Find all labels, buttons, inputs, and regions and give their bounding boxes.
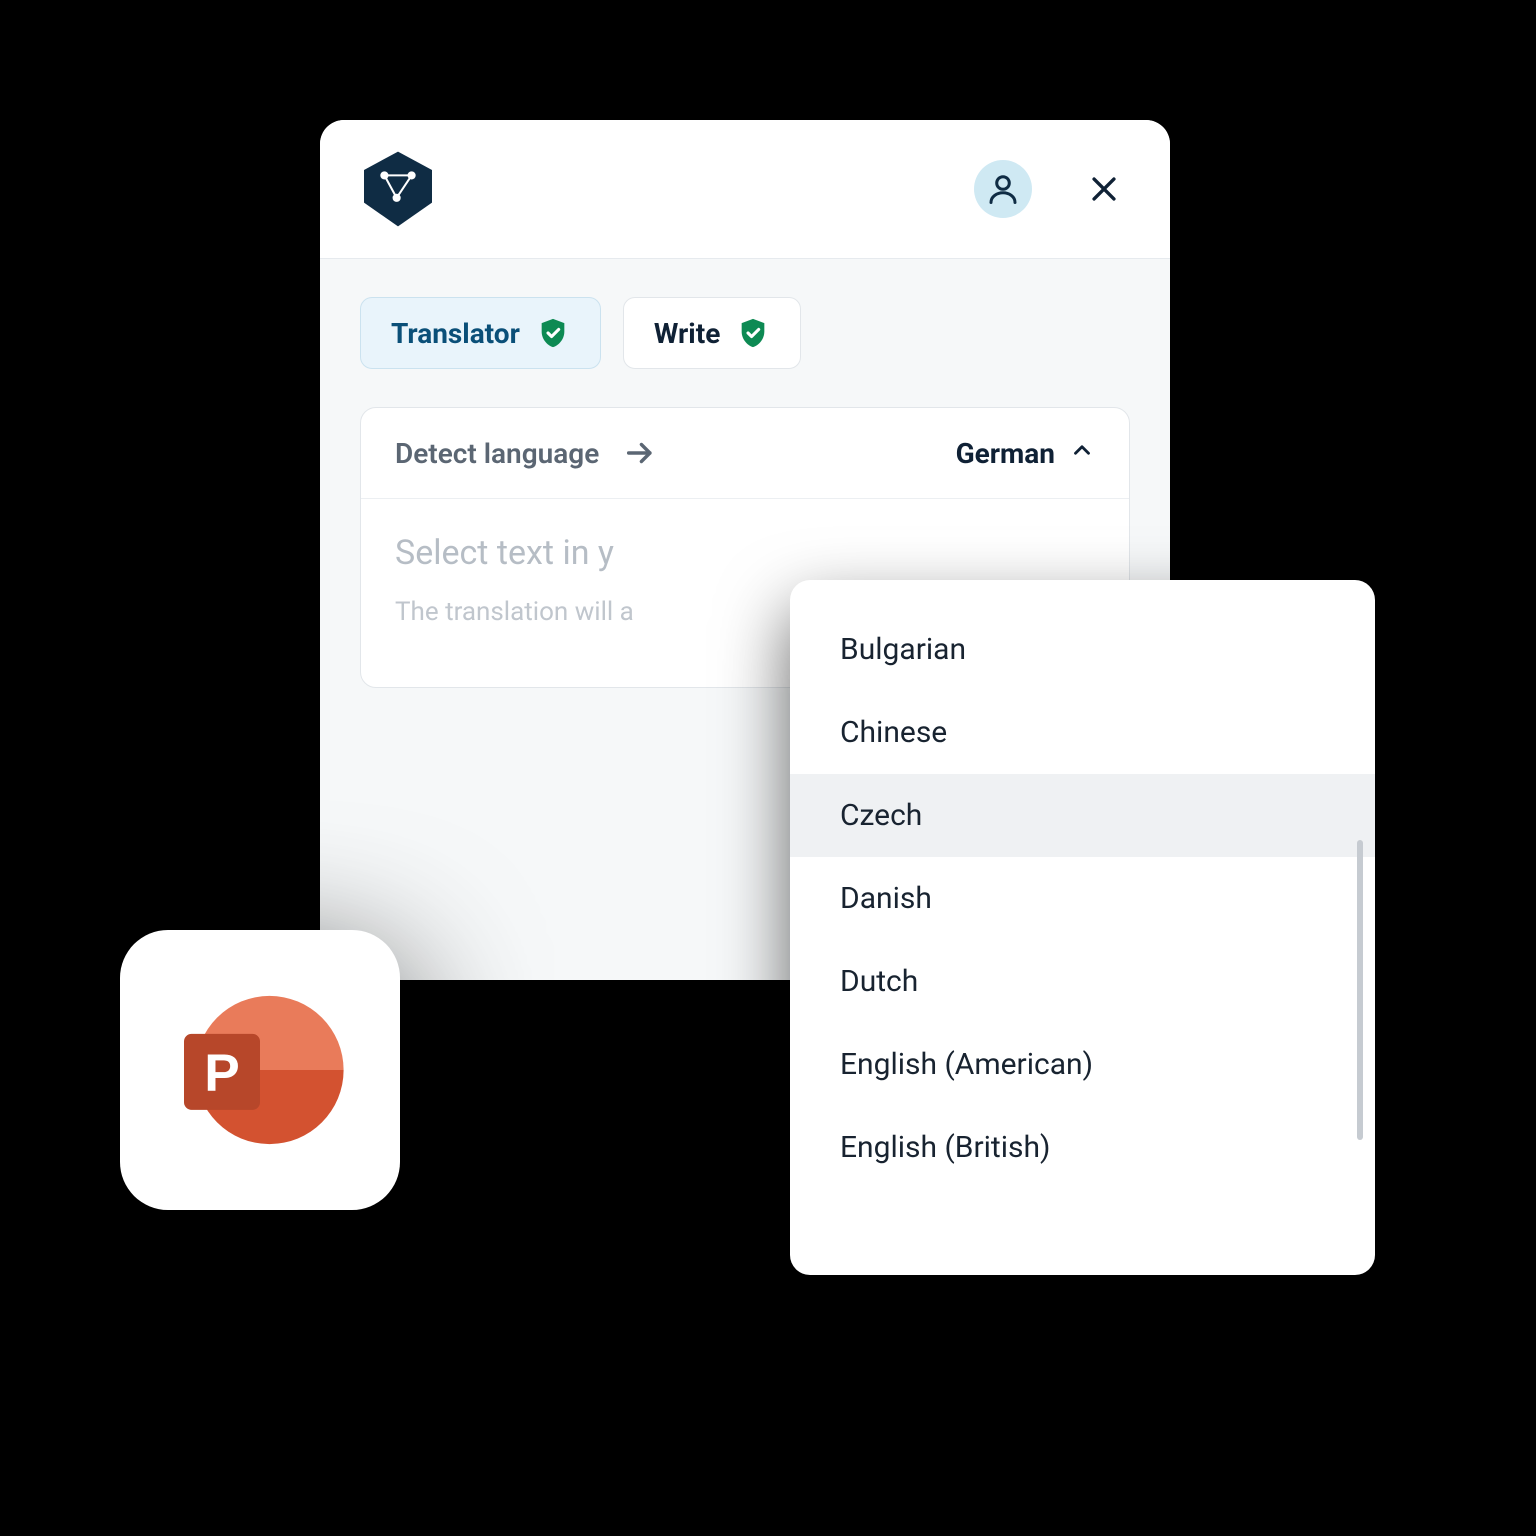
language-row: Detect language German — [361, 408, 1129, 499]
language-dropdown-list: BulgarianChineseCzechDanishDutchEnglish … — [790, 608, 1375, 1189]
powerpoint-icon: P — [120, 930, 400, 1210]
tab-write-label: Write — [654, 317, 720, 350]
language-option[interactable]: English (American) — [790, 1023, 1375, 1106]
shield-check-icon — [736, 316, 770, 350]
panel-header — [320, 120, 1170, 258]
deepl-logo — [364, 150, 432, 228]
tab-translator[interactable]: Translator — [360, 297, 601, 369]
ppt-letter: P — [204, 1044, 239, 1103]
tab-write[interactable]: Write — [623, 297, 801, 369]
language-option[interactable]: Chinese — [790, 691, 1375, 774]
arrow-right-icon — [623, 436, 657, 470]
header-actions — [974, 160, 1126, 218]
language-option[interactable]: Czech — [790, 774, 1375, 857]
scrollbar-thumb[interactable] — [1357, 840, 1363, 1140]
target-language-label: German — [956, 437, 1055, 470]
language-option[interactable]: Danish — [790, 857, 1375, 940]
avatar[interactable] — [974, 160, 1032, 218]
source-language-label[interactable]: Detect language — [395, 437, 599, 470]
language-option[interactable]: Bulgarian — [790, 608, 1375, 691]
powerpoint-tile[interactable]: P — [120, 930, 400, 1210]
placeholder-main: Select text in y — [395, 533, 1095, 573]
language-dropdown[interactable]: BulgarianChineseCzechDanishDutchEnglish … — [790, 580, 1375, 1275]
shield-check-icon — [536, 316, 570, 350]
target-language-select[interactable]: German — [956, 437, 1095, 470]
tab-translator-label: Translator — [391, 317, 520, 350]
language-option[interactable]: English (British) — [790, 1106, 1375, 1189]
close-button[interactable] — [1082, 167, 1126, 211]
chevron-up-icon — [1069, 437, 1095, 470]
language-option[interactable]: Dutch — [790, 940, 1375, 1023]
tabs: Translator Write — [360, 297, 1130, 369]
